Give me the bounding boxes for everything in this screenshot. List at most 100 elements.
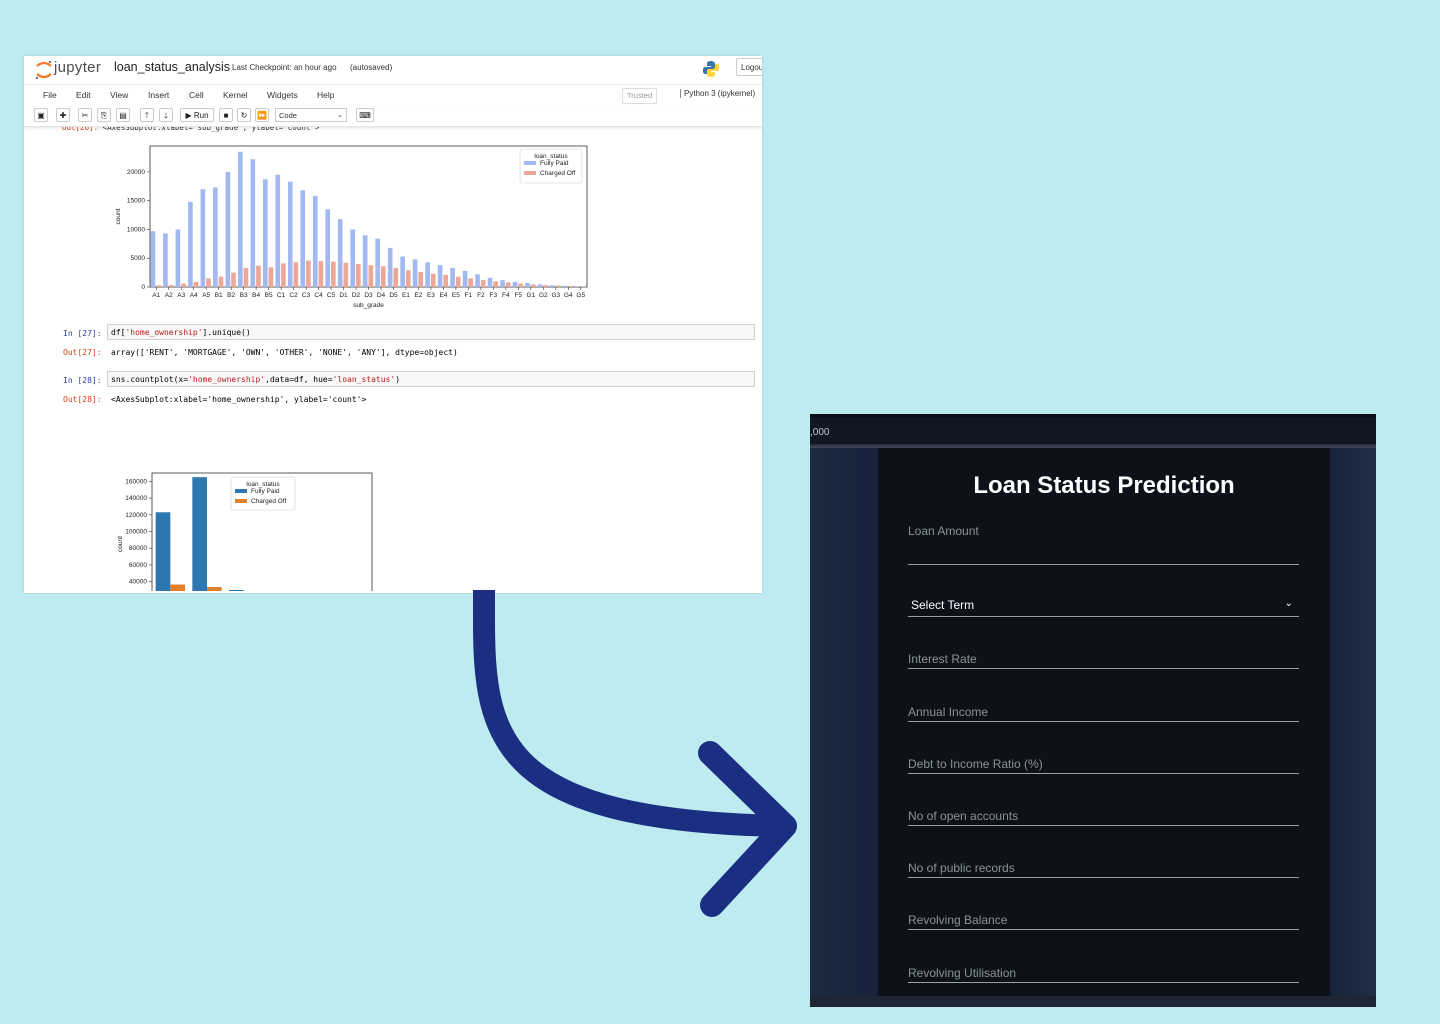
code-cell-28[interactable]: sns.countplot(x='home_ownership',data=df… (107, 371, 755, 387)
play-icon: ▶ (185, 111, 192, 120)
no-of-public-records-placeholder: No of public records (908, 861, 1015, 876)
bar-fully-paid-g2 (537, 284, 543, 287)
revolving-utilisation-input[interactable]: Revolving Utilisation (908, 942, 1299, 983)
bar-fully-paid-e5 (450, 268, 455, 287)
x-tick-label-f3: F3 (490, 292, 498, 299)
menu-cell[interactable]: Cell (189, 90, 204, 100)
notebook-name[interactable]: loan_status_analysis (114, 60, 230, 74)
interrupt-button[interactable]: ■ (219, 108, 233, 122)
jupyter-logo-icon[interactable] (34, 59, 54, 81)
revolving-balance-input[interactable]: Revolving Balance (908, 889, 1299, 931)
bar-fully-paid-f4 (500, 280, 505, 287)
copy-button[interactable]: ⎘ (97, 108, 111, 122)
insert-cell-button[interactable]: ✚ (56, 108, 70, 122)
command-palette-button[interactable]: ⌨ (356, 108, 374, 122)
bar-fully-paid-e2 (412, 259, 418, 287)
restart-button[interactable]: ↻ (237, 108, 251, 122)
menu-file[interactable]: File (43, 90, 57, 100)
bar-fully-paid-a4 (188, 201, 193, 287)
run-button[interactable]: ▶ Run (180, 108, 214, 122)
menu-kernel[interactable]: Kernel (223, 90, 248, 100)
x-tick-label-g3: G3 (551, 292, 560, 299)
bar-fully-paid-b4 (250, 159, 256, 287)
in-prompt-28: In [28]: (63, 376, 102, 385)
y-tick-label-140000: 140000 (125, 495, 147, 502)
x-tick-label-b3: B3 (240, 292, 248, 299)
x-axis-label: sub_grade (353, 302, 384, 309)
cell-type-value: Code (279, 111, 297, 120)
x-tick-label-g2: G2 (539, 292, 548, 299)
no-of-open-accounts-input[interactable]: No of open accounts (908, 785, 1299, 826)
x-tick-label-a3: A3 (177, 292, 185, 299)
bar-fully-paid-mortgage (192, 477, 207, 591)
bar-fully-paid-a3 (175, 229, 181, 287)
bar-fully-paid-f5 (512, 281, 518, 287)
legend-title: loan_status (534, 153, 568, 160)
x-tick-label-g4: G4 (564, 292, 573, 299)
bar-fully-paid-g1 (525, 282, 530, 287)
bar-fully-paid-f3 (487, 277, 493, 287)
bar-charged-off-c3 (306, 260, 311, 287)
x-tick-label-d5: D5 (389, 292, 398, 299)
menu-view[interactable]: View (110, 90, 128, 100)
bar-charged-off-a5 (206, 278, 211, 287)
bar-fully-paid-c5 (325, 209, 331, 287)
move-up-button[interactable]: 🡑 (140, 108, 154, 122)
jupyter-logo-text: jupyter (54, 59, 102, 76)
no-of-public-records-input[interactable]: No of public records (908, 837, 1299, 879)
python-logo-icon (703, 61, 719, 77)
interest-rate-placeholder: Interest Rate (908, 652, 977, 667)
legend-label-charged-off: Charged Off (540, 170, 575, 177)
notebook-body: Out[26]: <AxesSubplot:xlabel='sub_grade'… (24, 123, 762, 593)
menu-insert[interactable]: Insert (148, 90, 169, 100)
bar-fully-paid-a1 (150, 231, 156, 287)
bar-charged-off-rent (170, 584, 185, 591)
bar-charged-off-a1 (156, 285, 161, 287)
bar-charged-off-e5 (455, 276, 461, 287)
bar-fully-paid-g4 (562, 285, 568, 287)
cut-button[interactable]: ✂ (78, 108, 92, 122)
x-tick-label-f4: F4 (502, 292, 510, 299)
select-term-dropdown[interactable]: Select Term ⌄ (908, 576, 1299, 618)
bar-fully-paid-a2 (163, 233, 168, 287)
subgrade-countplot: 0 5000 10000 15000 20000 A1 A2 A3 A4 A5 B1 B2 B3 B4 B5… (115, 145, 588, 309)
menu-widgets[interactable]: Widgets (267, 90, 298, 100)
code-cell-27[interactable]: df['home_ownership'].unique() (107, 324, 755, 340)
kernel-indicator: Python 3 (ipykernel) (680, 89, 755, 98)
stop-icon: ■ (223, 111, 229, 120)
save-button[interactable]: ▣ (34, 108, 48, 122)
bar-charged-off-d5 (393, 268, 399, 287)
x-tick-label-e2: E2 (414, 292, 422, 299)
no-of-open-accounts-placeholder: No of open accounts (908, 809, 1019, 823)
bottom-bar (810, 996, 1376, 1007)
x-tick-label-c2: C2 (289, 292, 298, 299)
bar-charged-off-g4 (568, 285, 573, 287)
annual-income-input[interactable]: Annual Income (908, 681, 1299, 722)
fast-forward-icon: ⏩ (257, 111, 267, 120)
interest-rate-input[interactable]: Interest Rate (908, 628, 1299, 670)
debt-to-income-ratio--placeholder: Debt to Income Ratio (%) (908, 756, 1043, 771)
cell-type-select[interactable]: Code ⌄ (275, 108, 347, 122)
bar-fully-paid-c2 (287, 181, 293, 287)
bar-fully-paid-d1 (337, 219, 343, 287)
y-axis-label: count (115, 208, 122, 224)
bar-charged-off-b4 (256, 265, 261, 287)
debt-to-income-ratio--input[interactable]: Debt to Income Ratio (%) (908, 733, 1299, 774)
trusted-badge[interactable]: Trusted (622, 88, 658, 104)
paste-button[interactable]: ▤ (116, 108, 130, 122)
move-down-button[interactable]: 🡓 (159, 108, 173, 122)
y-tick-label-5000: 5000 (131, 255, 146, 262)
bar-fully-paid-d4 (375, 238, 380, 287)
transition-arrow-icon (473, 590, 797, 917)
output-text-28: <AxesSubplot:xlabel='home_ownership', yl… (111, 395, 367, 404)
bar-charged-off-d1 (343, 262, 349, 287)
bar-charged-off-c1 (281, 263, 286, 287)
restart-run-all-button[interactable]: ⏩ (255, 108, 269, 122)
logout-button[interactable]: Logou (736, 58, 762, 76)
menu-edit[interactable]: Edit (76, 90, 91, 100)
out-prompt-27: Out[27]: (63, 348, 102, 357)
bar-charged-off-a2 (168, 284, 174, 287)
menu-help[interactable]: Help (317, 90, 334, 100)
loan-amount-input[interactable]: Loan Amount (908, 524, 1299, 565)
bar-charged-off-d2 (356, 263, 361, 287)
